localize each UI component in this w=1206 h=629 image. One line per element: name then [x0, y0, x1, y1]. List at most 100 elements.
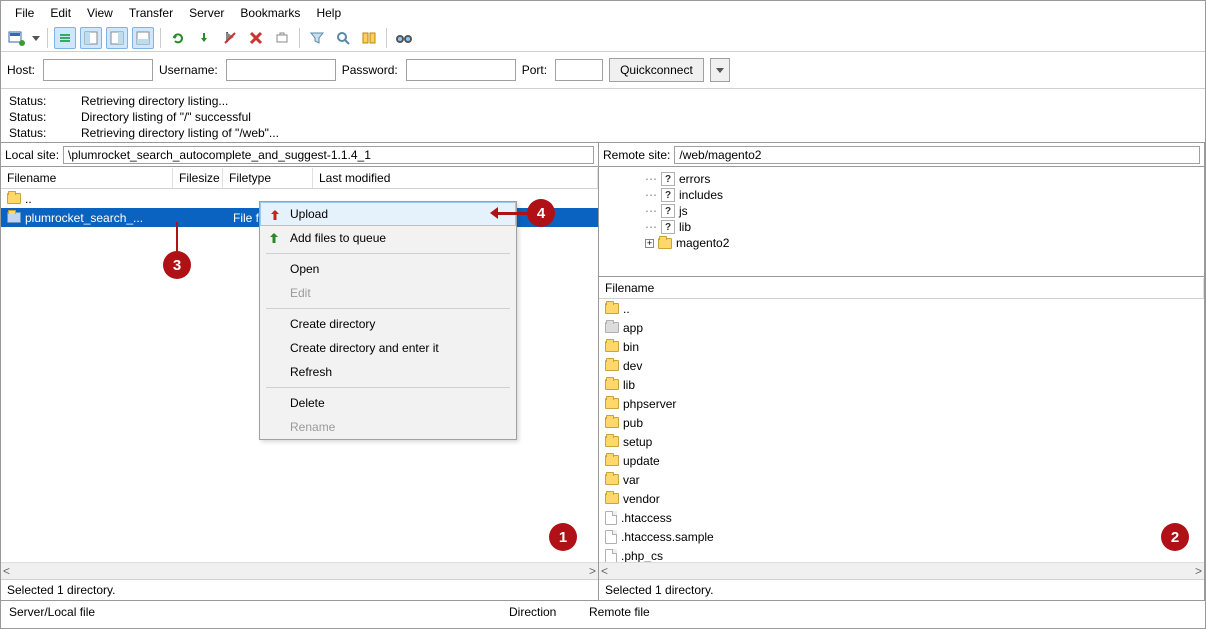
list-item[interactable]: phpserver	[599, 394, 1204, 413]
upload-arrow-icon	[267, 207, 283, 223]
port-input[interactable]	[555, 59, 603, 81]
col-direction[interactable]: Direction	[509, 605, 589, 619]
cancel-icon[interactable]	[219, 27, 241, 49]
remote-path-input[interactable]: /web/magento2	[674, 146, 1200, 164]
list-item[interactable]: .php_cs	[599, 546, 1204, 562]
reconnect-icon[interactable]	[271, 27, 293, 49]
toolbar	[1, 25, 1205, 52]
tree-node[interactable]: ⋯?js	[605, 203, 1198, 219]
process-queue-icon[interactable]	[193, 27, 215, 49]
filename: phpserver	[623, 397, 676, 411]
list-item[interactable]: setup	[599, 432, 1204, 451]
list-item[interactable]: pub	[599, 413, 1204, 432]
list-item[interactable]: dev	[599, 356, 1204, 375]
list-item[interactable]: .htaccess.sample	[599, 527, 1204, 546]
menu-item-create-directory-and-enter-it[interactable]: Create directory and enter it	[260, 336, 516, 360]
quickconnect-button[interactable]: Quickconnect	[609, 58, 704, 82]
host-input[interactable]	[43, 59, 153, 81]
col-filename[interactable]: Filename	[599, 278, 1204, 298]
username-input[interactable]	[226, 59, 336, 81]
remote-file-list[interactable]: ..appbin dev lib phpserver pub setup updatevar…	[599, 299, 1204, 562]
folder-icon	[605, 436, 619, 447]
menu-item-upload[interactable]: Upload	[260, 202, 516, 226]
log-text: Directory listing of "/" successful	[81, 110, 251, 124]
quickconnect-dropdown[interactable]	[710, 58, 730, 82]
compare-icon[interactable]	[358, 27, 380, 49]
menu-item-label: Add files to queue	[290, 231, 386, 245]
h-scrollbar[interactable]: <>	[1, 562, 598, 579]
unknown-icon: ?	[661, 172, 675, 186]
log-label: Status:	[9, 109, 81, 125]
menu-item-delete[interactable]: Delete	[260, 391, 516, 415]
col-filetype[interactable]: Filetype	[223, 168, 313, 188]
menu-transfer[interactable]: Transfer	[121, 4, 181, 22]
toggle-remote-tree-icon[interactable]	[106, 27, 128, 49]
filename: .htaccess	[621, 511, 672, 525]
list-item[interactable]: var	[599, 470, 1204, 489]
list-item[interactable]: .htaccess	[599, 508, 1204, 527]
tree-node[interactable]: +magento2	[605, 235, 1198, 251]
filename: dev	[623, 359, 642, 373]
col-remote-file[interactable]: Remote file	[589, 605, 650, 619]
quickconnect-bar: Host: Username: Password: Port: Quickcon…	[1, 52, 1205, 89]
toggle-queue-icon[interactable]	[132, 27, 154, 49]
remote-tree[interactable]: ⋯?errors ⋯?includes ⋯?js ⋯?lib +magento2	[599, 167, 1204, 277]
filename: lib	[623, 378, 635, 392]
remote-site-label: Remote site:	[603, 148, 670, 162]
toggle-local-tree-icon[interactable]	[80, 27, 102, 49]
local-status: Selected 1 directory.	[1, 579, 598, 600]
col-filename[interactable]: Filename	[1, 168, 173, 188]
menu-item-open[interactable]: Open	[260, 257, 516, 281]
tree-node[interactable]: ⋯?includes	[605, 187, 1198, 203]
menu-item-add-files-to-queue[interactable]: Add files to queue	[260, 226, 516, 250]
h-scrollbar[interactable]: <>	[599, 562, 1204, 579]
disconnect-icon[interactable]	[245, 27, 267, 49]
file-icon	[605, 511, 617, 525]
menu-edit[interactable]: Edit	[42, 4, 79, 22]
folder-icon	[605, 341, 619, 352]
menu-item-create-directory[interactable]: Create directory	[260, 312, 516, 336]
site-manager-icon[interactable]	[5, 27, 27, 49]
col-modified[interactable]: Last modified	[313, 168, 598, 188]
refresh-icon[interactable]	[167, 27, 189, 49]
local-columns: Filename Filesize Filetype Last modified	[1, 167, 598, 189]
list-item[interactable]: bin	[599, 337, 1204, 356]
list-item[interactable]: lib	[599, 375, 1204, 394]
folder-icon	[7, 193, 21, 204]
menu-server[interactable]: Server	[181, 4, 232, 22]
col-filesize[interactable]: Filesize	[173, 168, 223, 188]
menu-file[interactable]: File	[7, 4, 42, 22]
filter-icon[interactable]	[306, 27, 328, 49]
menu-item-label: Refresh	[290, 365, 332, 379]
dropdown-icon[interactable]	[31, 27, 41, 49]
menu-bookmarks[interactable]: Bookmarks	[232, 4, 308, 22]
list-item[interactable]: app	[599, 318, 1204, 337]
unknown-icon: ?	[661, 188, 675, 202]
search-icon[interactable]	[332, 27, 354, 49]
annotation-arrow	[176, 222, 178, 252]
menu-view[interactable]: View	[79, 4, 121, 22]
folder-icon	[605, 303, 619, 314]
file-icon	[605, 549, 617, 563]
message-log: Status:Retrieving directory listing... S…	[1, 89, 1205, 143]
folder-icon	[605, 322, 619, 333]
list-item[interactable]: update	[599, 451, 1204, 470]
folder-icon	[605, 474, 619, 485]
menu-help[interactable]: Help	[308, 4, 349, 22]
password-input[interactable]	[406, 59, 516, 81]
list-item[interactable]: vendor	[599, 489, 1204, 508]
tree-node[interactable]: ⋯?lib	[605, 219, 1198, 235]
annotation-arrow	[497, 212, 529, 215]
username-label: Username:	[159, 63, 218, 77]
expand-icon[interactable]: +	[645, 239, 654, 248]
filename: setup	[623, 435, 652, 449]
list-item[interactable]: ..	[599, 299, 1204, 318]
tree-node[interactable]: ⋯?errors	[605, 171, 1198, 187]
binoculars-icon[interactable]	[393, 27, 415, 49]
menu-item-refresh[interactable]: Refresh	[260, 360, 516, 384]
toggle-log-icon[interactable]	[54, 27, 76, 49]
col-server-local[interactable]: Server/Local file	[9, 605, 509, 619]
local-path-input[interactable]: \plumrocket_search_autocomplete_and_sugg…	[63, 146, 594, 164]
menu-item-label: Edit	[290, 286, 311, 300]
remote-status: Selected 1 directory.	[599, 579, 1204, 600]
